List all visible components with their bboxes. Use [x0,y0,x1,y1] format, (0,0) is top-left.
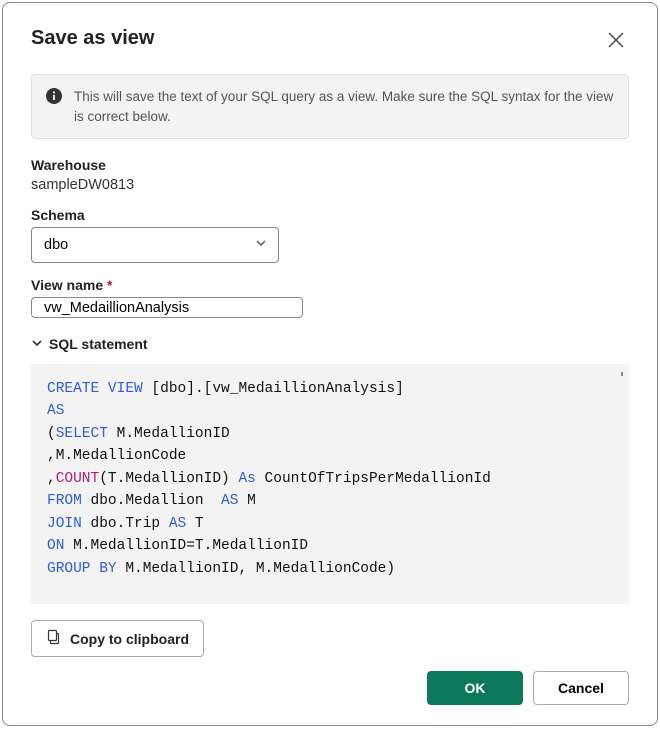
schema-select[interactable]: dbo [31,227,279,263]
info-banner: This will save the text of your SQL quer… [31,74,629,139]
copy-to-clipboard-button[interactable]: Copy to clipboard [31,620,204,657]
sql-code-box[interactable]: CREATE VIEW [dbo].[vw_MedaillionAnalysis… [31,364,629,604]
info-icon [46,88,62,126]
copy-label: Copy to clipboard [70,631,189,647]
view-name-input[interactable] [31,297,303,318]
close-button[interactable] [603,27,629,56]
required-asterisk: * [107,277,112,293]
dialog-title: Save as view [31,27,154,50]
copy-icon [46,629,62,648]
scrollbar-handle[interactable] [621,372,623,376]
warehouse-value: sampleDW0813 [31,177,629,193]
info-text: This will save the text of your SQL quer… [74,87,614,126]
chevron-down-icon [31,336,43,352]
dialog-footer: OK Cancel [31,657,629,705]
view-name-label: View name * [31,277,629,293]
close-icon [607,37,625,52]
ok-button[interactable]: OK [427,671,523,705]
cancel-button[interactable]: Cancel [533,671,629,705]
warehouse-label: Warehouse [31,157,629,173]
dialog-header: Save as view [31,27,629,56]
save-as-view-dialog: Save as view This will save the text of … [2,2,658,726]
sql-statement-expander[interactable]: SQL statement [31,336,629,352]
sql-statement-label: SQL statement [49,336,148,352]
schema-label: Schema [31,207,629,223]
